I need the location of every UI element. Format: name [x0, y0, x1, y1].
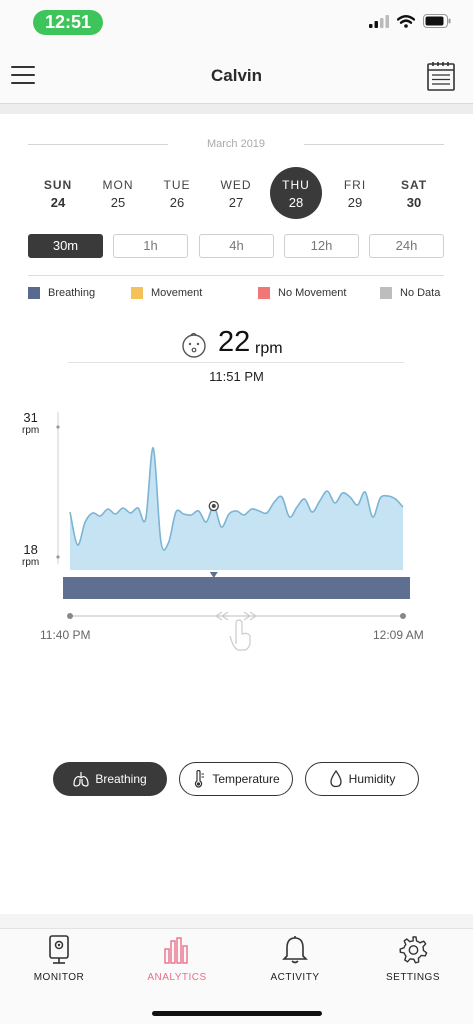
day-sat[interactable]: SAT 30: [389, 178, 439, 210]
day-fri[interactable]: FRI 29: [330, 178, 380, 210]
scrubber-end-dot: [400, 613, 406, 619]
month-header: March 2019: [28, 138, 444, 152]
y-tick-max: [56, 425, 60, 429]
day-thu[interactable]: THU 28: [270, 167, 322, 219]
home-indicator: [152, 1011, 322, 1016]
reading-time: 11:51 PM: [209, 369, 264, 384]
bell-icon: [282, 936, 308, 964]
breathing-line: [69, 447, 404, 551]
temperature-button[interactable]: Temperature: [179, 762, 293, 796]
legend-no-movement: No Movement: [258, 287, 346, 299]
calendar-button[interactable]: [427, 61, 455, 91]
legend-swatch: [28, 287, 40, 299]
legend-breathing: Breathing: [28, 287, 95, 299]
range-30m-button[interactable]: 30m: [28, 234, 103, 258]
status-time: 12:51: [33, 10, 103, 35]
monitor-camera-icon: [49, 935, 69, 964]
gear-icon: [399, 936, 428, 964]
divider: [28, 275, 444, 276]
day-tue[interactable]: TUE 26: [152, 178, 202, 210]
reading-unit: rpm: [255, 340, 283, 357]
range-4h-button[interactable]: 4h: [199, 234, 274, 258]
bar-chart-icon: [164, 937, 188, 964]
range-12h-button[interactable]: 12h: [284, 234, 359, 258]
nav-bar: Calvin: [0, 46, 473, 104]
range-1h-button[interactable]: 1h: [113, 234, 188, 258]
signal-icon: [369, 14, 389, 28]
selected-point-dot: [211, 504, 216, 508]
timeline-pointer: [209, 572, 218, 578]
legend-swatch: [131, 287, 143, 299]
selected-day-indicator: [270, 167, 322, 219]
wifi-icon: [397, 14, 415, 28]
tab-settings[interactable]: SETTINGS: [368, 935, 458, 983]
lungs-icon: [73, 772, 89, 787]
legend-no-data: No Data: [380, 287, 440, 299]
calendar-icon: [427, 62, 455, 91]
day-mon[interactable]: MON 25: [93, 178, 143, 210]
status-icons: [369, 14, 451, 28]
baby-face-icon: [182, 332, 206, 358]
y-axis-max-label: 31 rpm: [22, 410, 40, 436]
activity-timeline-bar: [63, 577, 410, 599]
tab-monitor[interactable]: MONITOR: [14, 935, 104, 983]
tab-analytics[interactable]: ANALYTICS: [132, 935, 222, 983]
swipe-hand-icon: [214, 611, 258, 651]
battery-icon: [423, 14, 451, 28]
scrubber-start-dot: [67, 613, 73, 619]
selected-point-marker: [208, 500, 219, 512]
tab-bar: MONITOR ANALYTICS ACTIVITY SETTINGS: [0, 928, 473, 1024]
day-wed[interactable]: WED 27: [211, 178, 261, 210]
legend-swatch: [258, 287, 270, 299]
month-label: March 2019: [206, 138, 266, 150]
day-sun[interactable]: SUN 24: [33, 178, 83, 210]
page-title: Calvin: [210, 66, 263, 85]
humidity-button[interactable]: Humidity: [305, 762, 419, 796]
status-bar: 12:51: [0, 0, 473, 46]
x-end-label: 12:09 AM: [373, 628, 424, 642]
water-drop-icon: [330, 770, 342, 788]
tab-activity[interactable]: ACTIVITY: [250, 935, 340, 983]
thermometer-icon: [195, 770, 205, 788]
y-axis-min-label: 18 rpm: [22, 542, 40, 568]
legend-movement: Movement: [131, 287, 202, 299]
reading-value: 22: [218, 326, 251, 358]
x-start-label: 11:40 PM: [40, 628, 91, 642]
range-24h-button[interactable]: 24h: [369, 234, 444, 258]
reading-underline: [68, 362, 404, 363]
breathing-area: [70, 447, 403, 570]
y-tick-min: [56, 555, 60, 559]
legend-swatch: [380, 287, 392, 299]
header-separator: [0, 104, 473, 114]
analytics-content: March 2019 SUN 24 MON 25 TUE 26 WED 27 T…: [0, 114, 473, 914]
breathing-button[interactable]: Breathing: [53, 762, 167, 796]
current-reading: 22 rpm: [0, 326, 473, 366]
